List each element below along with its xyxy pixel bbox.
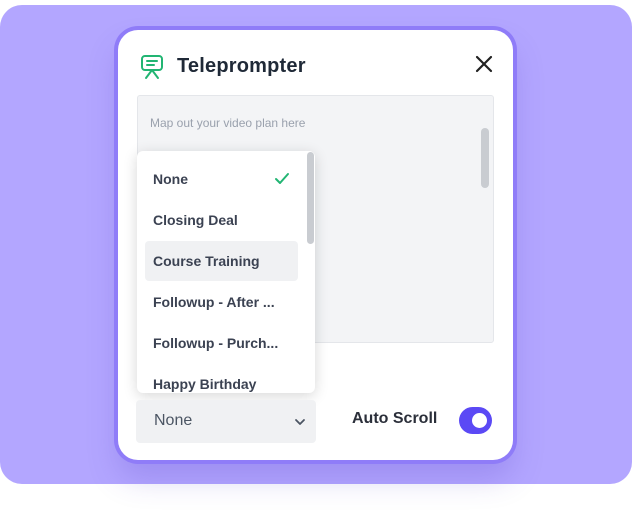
editor-placeholder: Map out your video plan here — [150, 116, 306, 130]
dropdown-scrollbar[interactable] — [307, 152, 314, 244]
option-happy-birthday[interactable]: Happy Birthday — [145, 364, 298, 393]
option-course-training[interactable]: Course Training — [145, 241, 298, 281]
option-label: Followup - After ... — [153, 294, 275, 310]
option-label: None — [153, 171, 188, 187]
option-label: Closing Deal — [153, 212, 238, 228]
editor-scrollbar[interactable] — [481, 128, 489, 188]
select-value: None — [154, 412, 193, 429]
option-followup-purchase[interactable]: Followup - Purch... — [145, 323, 298, 363]
template-dropdown-menu: None Closing Deal Course Training Follow… — [137, 151, 315, 393]
teleprompter-icon — [141, 55, 163, 79]
option-label: Happy Birthday — [153, 376, 257, 392]
chevron-down-icon — [295, 419, 305, 425]
auto-scroll-toggle[interactable] — [459, 407, 492, 434]
option-label: Followup - Purch... — [153, 335, 279, 351]
option-closing-deal[interactable]: Closing Deal — [145, 200, 298, 240]
close-icon[interactable] — [474, 54, 494, 74]
option-label: Course Training — [153, 253, 260, 269]
auto-scroll-label: Auto Scroll — [352, 410, 438, 427]
toggle-knob — [472, 413, 487, 428]
check-icon — [275, 173, 289, 184]
panel-title: Teleprompter — [177, 55, 306, 77]
option-none[interactable]: None — [145, 159, 298, 199]
template-select[interactable]: None — [136, 400, 316, 443]
option-followup-after[interactable]: Followup - After ... — [145, 282, 298, 322]
